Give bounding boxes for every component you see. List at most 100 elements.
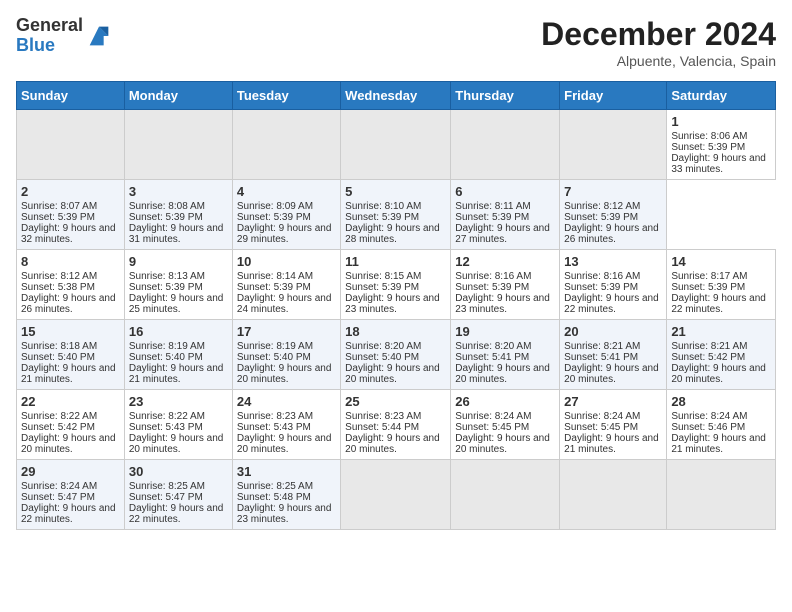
- daylight: Daylight: 9 hours and 20 minutes.: [345, 363, 440, 385]
- title-block: December 2024 Alpuente, Valencia, Spain: [541, 16, 776, 69]
- calendar-cell: 26 Sunrise: 8:24 AM Sunset: 5:45 PM Dayl…: [451, 390, 560, 460]
- calendar-cell: 1 Sunrise: 8:06 AM Sunset: 5:39 PM Dayli…: [667, 110, 776, 180]
- day-number: 21: [671, 324, 771, 339]
- day-number: 5: [345, 184, 446, 199]
- sunset: Sunset: 5:39 PM: [671, 142, 745, 153]
- calendar-cell: 4 Sunrise: 8:09 AM Sunset: 5:39 PM Dayli…: [232, 180, 340, 250]
- day-number: 15: [21, 324, 120, 339]
- sunrise: Sunrise: 8:24 AM: [455, 411, 531, 422]
- sunset: Sunset: 5:40 PM: [129, 352, 203, 363]
- daylight: Daylight: 9 hours and 32 minutes.: [21, 223, 116, 245]
- sunrise: Sunrise: 8:23 AM: [237, 411, 313, 422]
- calendar-week-row: 29 Sunrise: 8:24 AM Sunset: 5:47 PM Dayl…: [17, 460, 776, 530]
- sunrise: Sunrise: 8:21 AM: [564, 341, 640, 352]
- sunrise: Sunrise: 8:24 AM: [564, 411, 640, 422]
- day-number: 4: [237, 184, 336, 199]
- day-number: 17: [237, 324, 336, 339]
- page-header: General Blue December 2024 Alpuente, Val…: [16, 16, 776, 69]
- sunrise: Sunrise: 8:22 AM: [21, 411, 97, 422]
- day-number: 27: [564, 394, 662, 409]
- sunrise: Sunrise: 8:24 AM: [21, 481, 97, 492]
- day-number: 26: [455, 394, 555, 409]
- logo-general: General: [16, 15, 83, 35]
- calendar-cell: 30 Sunrise: 8:25 AM Sunset: 5:47 PM Dayl…: [124, 460, 232, 530]
- calendar-cell-empty: [341, 110, 451, 180]
- daylight: Daylight: 9 hours and 24 minutes.: [237, 293, 332, 315]
- daylight: Daylight: 9 hours and 22 minutes.: [129, 503, 224, 525]
- day-of-week-header: Sunday: [17, 82, 125, 110]
- day-number: 7: [564, 184, 662, 199]
- calendar-cell: 12 Sunrise: 8:16 AM Sunset: 5:39 PM Dayl…: [451, 250, 560, 320]
- calendar-cell-empty: [667, 460, 776, 530]
- day-number: 25: [345, 394, 446, 409]
- calendar-week-row: 1 Sunrise: 8:06 AM Sunset: 5:39 PM Dayli…: [17, 110, 776, 180]
- sunrise: Sunrise: 8:20 AM: [345, 341, 421, 352]
- daylight: Daylight: 9 hours and 20 minutes.: [129, 433, 224, 455]
- sunset: Sunset: 5:40 PM: [345, 352, 419, 363]
- daylight: Daylight: 9 hours and 23 minutes.: [237, 503, 332, 525]
- calendar-cell-empty: [17, 110, 125, 180]
- day-of-week-header: Friday: [560, 82, 667, 110]
- day-number: 31: [237, 464, 336, 479]
- sunrise: Sunrise: 8:19 AM: [129, 341, 205, 352]
- sunset: Sunset: 5:45 PM: [455, 422, 529, 433]
- day-number: 10: [237, 254, 336, 269]
- daylight: Daylight: 9 hours and 21 minutes.: [564, 433, 659, 455]
- calendar-cell-empty: [341, 460, 451, 530]
- calendar-header-row: SundayMondayTuesdayWednesdayThursdayFrid…: [17, 82, 776, 110]
- daylight: Daylight: 9 hours and 20 minutes.: [237, 433, 332, 455]
- calendar-cell: 23 Sunrise: 8:22 AM Sunset: 5:43 PM Dayl…: [124, 390, 232, 460]
- calendar-cell: 27 Sunrise: 8:24 AM Sunset: 5:45 PM Dayl…: [560, 390, 667, 460]
- sunrise: Sunrise: 8:18 AM: [21, 341, 97, 352]
- sunrise: Sunrise: 8:10 AM: [345, 201, 421, 212]
- daylight: Daylight: 9 hours and 22 minutes.: [564, 293, 659, 315]
- calendar-cell: 25 Sunrise: 8:23 AM Sunset: 5:44 PM Dayl…: [341, 390, 451, 460]
- day-number: 30: [129, 464, 228, 479]
- day-number: 24: [237, 394, 336, 409]
- daylight: Daylight: 9 hours and 23 minutes.: [455, 293, 550, 315]
- sunset: Sunset: 5:39 PM: [671, 282, 745, 293]
- calendar-cell: 3 Sunrise: 8:08 AM Sunset: 5:39 PM Dayli…: [124, 180, 232, 250]
- sunrise: Sunrise: 8:12 AM: [564, 201, 640, 212]
- sunrise: Sunrise: 8:16 AM: [455, 271, 531, 282]
- sunrise: Sunrise: 8:21 AM: [671, 341, 747, 352]
- sunset: Sunset: 5:39 PM: [455, 212, 529, 223]
- sunset: Sunset: 5:38 PM: [21, 282, 95, 293]
- daylight: Daylight: 9 hours and 20 minutes.: [21, 433, 116, 455]
- location: Alpuente, Valencia, Spain: [541, 53, 776, 69]
- day-number: 3: [129, 184, 228, 199]
- calendar-cell: 28 Sunrise: 8:24 AM Sunset: 5:46 PM Dayl…: [667, 390, 776, 460]
- sunset: Sunset: 5:47 PM: [21, 492, 95, 503]
- daylight: Daylight: 9 hours and 20 minutes.: [671, 363, 766, 385]
- sunset: Sunset: 5:47 PM: [129, 492, 203, 503]
- calendar-cell: 19 Sunrise: 8:20 AM Sunset: 5:41 PM Dayl…: [451, 320, 560, 390]
- sunrise: Sunrise: 8:13 AM: [129, 271, 205, 282]
- day-number: 28: [671, 394, 771, 409]
- calendar-table: SundayMondayTuesdayWednesdayThursdayFrid…: [16, 81, 776, 530]
- day-number: 1: [671, 114, 771, 129]
- day-number: 19: [455, 324, 555, 339]
- sunset: Sunset: 5:39 PM: [564, 212, 638, 223]
- daylight: Daylight: 9 hours and 33 minutes.: [671, 153, 766, 175]
- daylight: Daylight: 9 hours and 20 minutes.: [345, 433, 440, 455]
- day-number: 18: [345, 324, 446, 339]
- sunrise: Sunrise: 8:20 AM: [455, 341, 531, 352]
- sunrise: Sunrise: 8:23 AM: [345, 411, 421, 422]
- sunset: Sunset: 5:42 PM: [671, 352, 745, 363]
- daylight: Daylight: 9 hours and 22 minutes.: [671, 293, 766, 315]
- sunrise: Sunrise: 8:07 AM: [21, 201, 97, 212]
- calendar-cell: 8 Sunrise: 8:12 AM Sunset: 5:38 PM Dayli…: [17, 250, 125, 320]
- daylight: Daylight: 9 hours and 20 minutes.: [455, 433, 550, 455]
- daylight: Daylight: 9 hours and 23 minutes.: [345, 293, 440, 315]
- daylight: Daylight: 9 hours and 25 minutes.: [129, 293, 224, 315]
- sunrise: Sunrise: 8:12 AM: [21, 271, 97, 282]
- day-number: 11: [345, 254, 446, 269]
- calendar-cell: 16 Sunrise: 8:19 AM Sunset: 5:40 PM Dayl…: [124, 320, 232, 390]
- sunrise: Sunrise: 8:11 AM: [455, 201, 530, 212]
- sunrise: Sunrise: 8:22 AM: [129, 411, 205, 422]
- daylight: Daylight: 9 hours and 22 minutes.: [21, 503, 116, 525]
- calendar-cell: 9 Sunrise: 8:13 AM Sunset: 5:39 PM Dayli…: [124, 250, 232, 320]
- calendar-cell: 17 Sunrise: 8:19 AM Sunset: 5:40 PM Dayl…: [232, 320, 340, 390]
- daylight: Daylight: 9 hours and 20 minutes.: [455, 363, 550, 385]
- sunset: Sunset: 5:39 PM: [345, 212, 419, 223]
